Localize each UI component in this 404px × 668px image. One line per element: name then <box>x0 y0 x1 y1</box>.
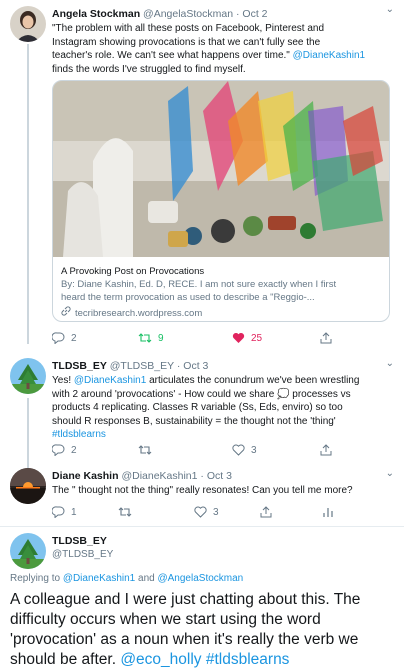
avatar-tldsb[interactable] <box>10 533 46 569</box>
reply-button[interactable]: 1 <box>52 506 77 518</box>
heart-icon <box>232 444 245 456</box>
tweet-actions: 1 3 <box>52 506 372 522</box>
share-button[interactable] <box>260 506 272 518</box>
card-domain: tecribresearch.wordpress.com <box>61 306 383 320</box>
like-button[interactable]: 3 <box>194 506 219 518</box>
tweet-angela[interactable]: Angela Stockman @AngelaStockman · Oct 2 … <box>0 0 404 360</box>
retweet-icon <box>138 444 152 456</box>
reply-icon <box>52 506 65 518</box>
card-text: A Provoking Post on Provocations By: Dia… <box>61 265 383 320</box>
chevron-down-icon[interactable]: ⌄ <box>386 358 394 369</box>
tweet-header: Diane Kashin @DianeKashin1 · Oct 3 <box>52 470 232 482</box>
tweet-tldsb-reply[interactable]: TLDSB_EY @TLDSB_EY · Oct 3 ⌄ Yes! @Diane… <box>0 350 404 468</box>
retweet-button[interactable] <box>118 506 132 518</box>
mention-link[interactable]: @DianeKashin1 <box>74 375 146 386</box>
link-card[interactable]: A Provoking Post on Provocations By: Dia… <box>52 80 390 322</box>
share-button[interactable] <box>320 332 332 344</box>
thread-line <box>27 398 29 468</box>
like-button[interactable]: 3 <box>232 444 257 456</box>
avatar-tldsb[interactable] <box>10 358 46 394</box>
hashtag-link[interactable]: #tldsblearns <box>52 428 394 442</box>
card-title: A Provoking Post on Provocations <box>61 266 205 277</box>
mention-link[interactable]: @DianeKashin1 <box>63 573 135 584</box>
tweet-header: Angela Stockman @AngelaStockman · Oct 2 <box>52 8 268 20</box>
share-icon <box>320 444 332 456</box>
reply-icon <box>52 444 65 456</box>
reply-button[interactable]: 2 <box>52 332 77 344</box>
tweet-actions: 2 3 <box>52 444 372 460</box>
tweet-time[interactable]: Oct 3 <box>183 360 208 372</box>
author-name[interactable]: Diane Kashin <box>52 470 119 482</box>
link-icon <box>61 306 71 320</box>
tweet-diane-reply[interactable]: Diane Kashin @DianeKashin1 · Oct 3 ⌄ The… <box>0 462 404 522</box>
tweet-time[interactable]: Oct 3 <box>207 470 232 482</box>
tweet-text: Yes! @DianeKashin1 articulates the conun… <box>52 374 394 442</box>
card-image <box>53 81 389 257</box>
retweet-icon <box>138 332 152 344</box>
tweet-time[interactable]: Oct 2 <box>242 8 267 20</box>
like-button[interactable]: 25 <box>232 332 262 344</box>
reply-icon <box>52 332 65 344</box>
card-description: By: Diane Kashin, Ed. D, RECE. I am not … <box>61 279 337 290</box>
author-handle[interactable]: @DianeKashin1 <box>121 470 197 482</box>
retweet-icon <box>118 506 132 518</box>
author-name[interactable]: Angela Stockman <box>52 8 140 20</box>
author-name[interactable]: TLDSB_EY <box>52 535 107 547</box>
tweet-text: A colleague and I were just chatting abo… <box>10 591 361 668</box>
author-handle[interactable]: @TLDSB_EY <box>52 549 113 560</box>
thread-line <box>27 44 29 344</box>
chevron-down-icon[interactable]: ⌄ <box>386 468 394 479</box>
tweet-header: TLDSB_EY @TLDSB_EY · Oct 3 <box>52 360 209 372</box>
avatar-angela[interactable] <box>10 6 46 42</box>
mention-link[interactable]: @DianeKashin1 <box>293 50 365 61</box>
tweet-text: The " thought not the thing" really reso… <box>52 485 353 496</box>
reply-button[interactable]: 2 <box>52 444 77 456</box>
replying-to: Replying to @DianeKashin1 and @AngelaSto… <box>10 573 244 584</box>
tweet-text: "The problem with all these posts on Fac… <box>52 23 366 75</box>
author-handle[interactable]: @AngelaStockman <box>143 8 233 20</box>
share-icon <box>320 332 332 344</box>
retweet-button[interactable] <box>138 444 152 456</box>
avatar-diane[interactable] <box>10 468 46 504</box>
analytics-button[interactable] <box>322 506 334 518</box>
heart-icon <box>194 506 207 518</box>
share-button[interactable] <box>320 444 332 456</box>
focused-tweet: TLDSB_EY @TLDSB_EY Replying to @DianeKas… <box>0 527 404 668</box>
chevron-down-icon[interactable]: ⌄ <box>386 4 394 15</box>
hashtag-link[interactable]: #tldsblearns <box>206 651 290 668</box>
tweet-actions: 2 9 25 <box>52 332 372 348</box>
analytics-icon <box>322 506 334 518</box>
heart-icon <box>232 332 245 344</box>
mention-link[interactable]: @AngelaStockman <box>157 573 243 584</box>
author-name[interactable]: TLDSB_EY <box>52 360 107 372</box>
mention-link[interactable]: @eco_holly <box>120 651 201 668</box>
author-handle[interactable]: @TLDSB_EY <box>110 360 174 372</box>
retweet-button[interactable]: 9 <box>138 332 164 344</box>
share-icon <box>260 506 272 518</box>
